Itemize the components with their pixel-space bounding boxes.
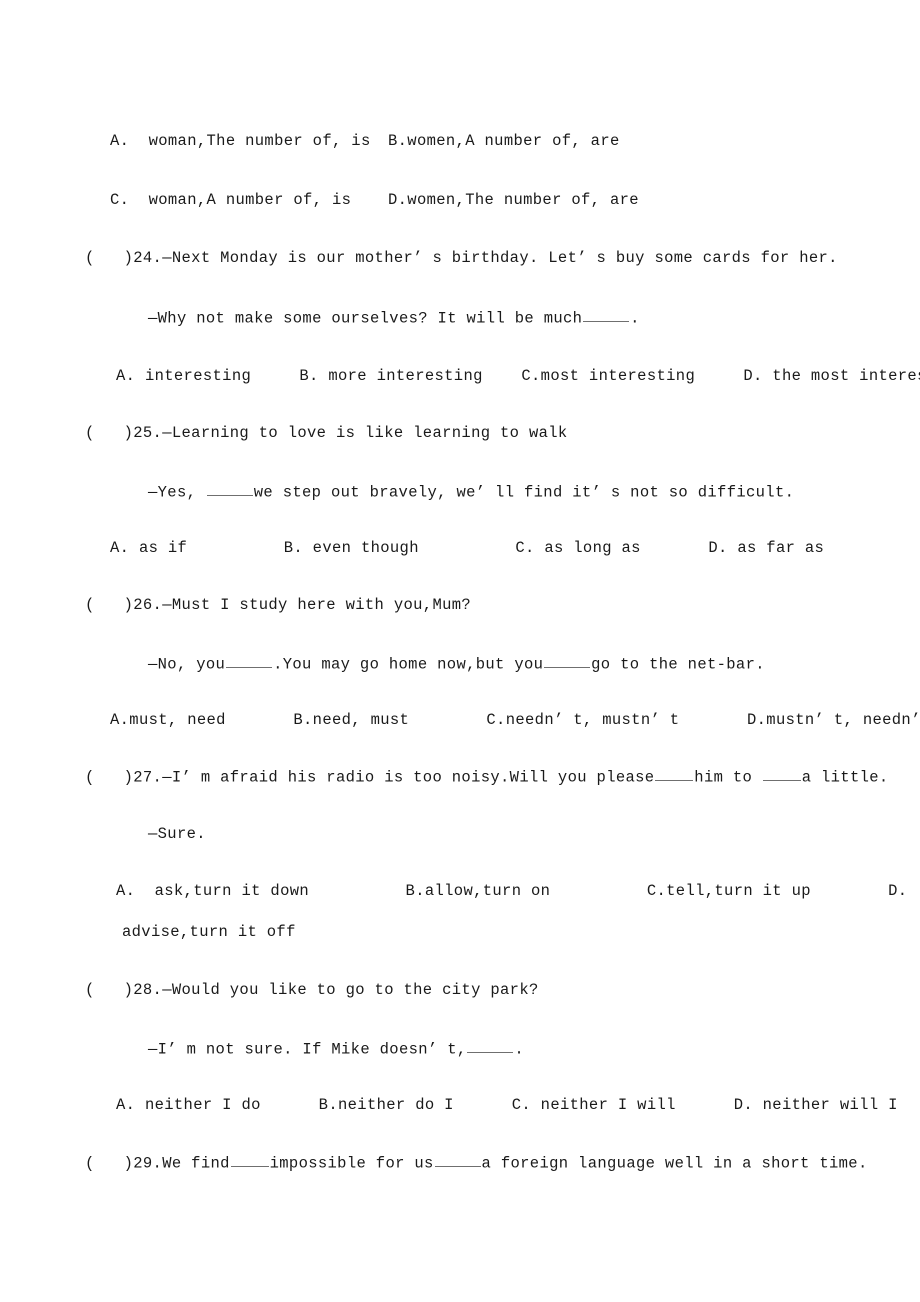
option-row-cd-right: D.women,The number of, are (388, 191, 639, 209)
question-27-line: ( )27.—I’ m afraid his radio is too nois… (85, 766, 889, 787)
question-28-reply-head: —I’ m not sure. If Mike doesn’ t, (148, 1040, 467, 1059)
question-28-options[interactable]: A. neither I do B.neither do I C. neithe… (116, 1095, 898, 1115)
question-27-blank-1[interactable] (655, 766, 694, 782)
option-row-cd-left: C. woman,A number of, is (110, 191, 352, 209)
question-26-blank-1[interactable] (226, 653, 273, 669)
option-row-ab-left: A. woman,The number of, is (110, 132, 371, 150)
question-24-line: ( )24.—Next Monday is our mother’ s birt… (85, 248, 838, 268)
question-29-marker[interactable]: ( )29. (85, 1154, 162, 1172)
question-25-reply-tail: we step out bravely, we’ ll find it’ s n… (253, 483, 795, 502)
question-26-reply: —No, you .You may go home now,but you go t… (148, 653, 765, 674)
question-27-options-line-2[interactable]: advise,turn it off (122, 922, 296, 942)
question-26-reply-part3: go to the net-bar. (591, 655, 765, 674)
question-29-stem-part3: a foreign language well in a short time. (481, 1154, 868, 1173)
question-25-stem: —Learning to love is like learning to wa… (162, 424, 568, 442)
question-25-options[interactable]: A. as if B. even though C. as long as D.… (110, 538, 824, 558)
question-28-line: ( )28.—Would you like to go to the city … (85, 980, 539, 1000)
question-26-options[interactable]: A.must, need B.need, must C.needn’ t, mu… (110, 710, 920, 730)
question-27-reply: —Sure. (148, 825, 206, 843)
question-24-stem: —Next Monday is our mother’ s birthday. … (162, 249, 838, 267)
option-row-ab-right: B.women,A number of, are (388, 132, 620, 150)
question-24-reply-text: —Why not make some ourselves? It will be… (148, 309, 583, 328)
exam-page: A. woman,The number of, is B.women,A num… (0, 0, 920, 1302)
question-29-stem-part2: impossible for us (269, 1154, 434, 1173)
question-26-marker[interactable]: ( )26. (85, 596, 162, 614)
question-29-stem-part1: We find (162, 1154, 230, 1173)
question-24-reply: —Why not make some ourselves? It will be… (148, 307, 640, 328)
question-25-marker[interactable]: ( )25. (85, 424, 162, 442)
question-28-blank[interactable] (467, 1038, 514, 1054)
question-28-reply-tail: . (514, 1040, 524, 1059)
question-27-stem-part1: —I’ m afraid his radio is too noisy.Will… (162, 768, 655, 787)
question-24-marker[interactable]: ( )24. (85, 249, 162, 267)
question-25-reply: —Yes, we step out bravely, we’ ll find i… (148, 481, 794, 502)
question-27-stem-part3: a little. (801, 768, 889, 787)
question-27-stem-part2: him to (694, 768, 762, 787)
question-27-blank-2[interactable] (762, 766, 801, 782)
question-24-reply-tail: . (630, 309, 640, 328)
question-29-blank-1[interactable] (230, 1152, 269, 1168)
question-28-stem: —Would you like to go to the city park? (162, 981, 539, 999)
question-24-options[interactable]: A. interesting B. more interesting C.mos… (116, 366, 920, 386)
question-24-blank[interactable] (583, 307, 630, 323)
question-25-blank[interactable] (206, 481, 253, 497)
question-29-blank-2[interactable] (434, 1152, 481, 1168)
question-28-marker[interactable]: ( )28. (85, 981, 162, 999)
question-26-stem: —Must I study here with you,Mum? (162, 596, 472, 614)
question-27-options-line-1[interactable]: A. ask,turn it down B.allow,turn on C.te… (116, 881, 907, 901)
question-26-reply-part1: —No, you (148, 655, 226, 674)
question-29-line: ( )29.We find impossible for us a foreign … (85, 1152, 868, 1173)
question-26-line: ( )26.—Must I study here with you,Mum? (85, 595, 471, 615)
question-28-reply: —I’ m not sure. If Mike doesn’ t,. (148, 1038, 524, 1059)
question-26-reply-part2: .You may go home now,but you (273, 655, 544, 674)
question-26-blank-2[interactable] (544, 653, 591, 669)
question-25-reply-head: —Yes, (148, 483, 206, 502)
question-25-line: ( )25.—Learning to love is like learning… (85, 423, 568, 443)
question-27-marker[interactable]: ( )27. (85, 768, 162, 786)
